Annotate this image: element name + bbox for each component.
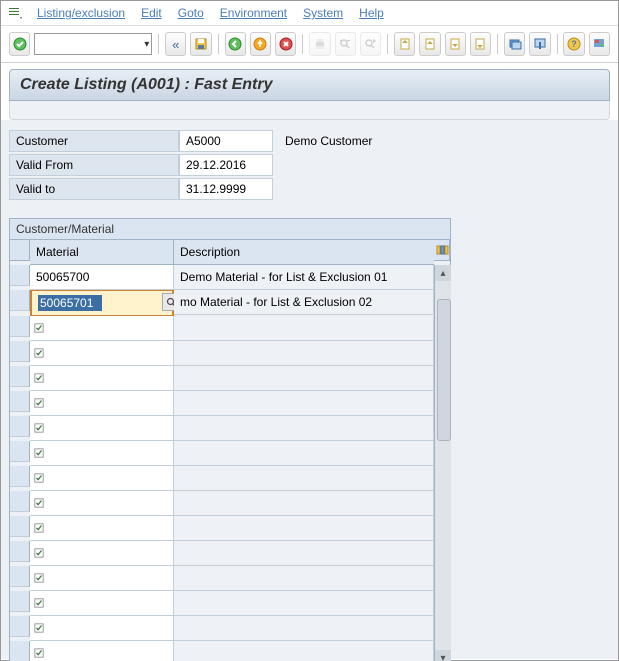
find-next-button (360, 32, 381, 56)
application-toolbar (9, 101, 610, 120)
description-cell: mo Material - for List & Exclusion 02 (174, 290, 434, 315)
row-selector[interactable] (10, 441, 30, 462)
description-cell-empty (174, 641, 434, 661)
col-header-description[interactable]: Description (174, 240, 434, 265)
row-selector[interactable] (10, 566, 30, 587)
new-session-button[interactable] (504, 32, 525, 56)
col-header-material[interactable]: Material (30, 240, 174, 265)
valid-to-label: Valid to (9, 178, 179, 200)
menu-environment[interactable]: Environment (212, 4, 295, 22)
row-selector[interactable] (10, 616, 30, 637)
customer-label: Customer (9, 130, 179, 152)
description-cell-empty (174, 516, 434, 541)
material-cell-empty[interactable] (30, 341, 174, 366)
material-cell-empty[interactable] (30, 316, 174, 341)
row-selector[interactable] (10, 341, 30, 362)
vertical-scrollbar[interactable]: ▴ ▾ (434, 265, 451, 661)
row-selector-header[interactable] (10, 240, 30, 261)
scroll-up-icon[interactable]: ▴ (435, 265, 451, 281)
material-cell-empty[interactable] (30, 441, 174, 466)
description-cell-empty (174, 616, 434, 641)
valid-from-field[interactable]: 29.12.2016 (179, 154, 273, 176)
row-selector[interactable] (10, 491, 30, 512)
description-cell-empty (174, 466, 434, 491)
content-area: Customer A5000 Demo Customer Valid From … (1, 120, 618, 659)
material-cell[interactable]: 50065700 (30, 265, 174, 290)
description-cell-empty (174, 416, 434, 441)
row-selector[interactable] (10, 416, 30, 437)
description-cell-empty (174, 591, 434, 616)
menu-help[interactable]: Help (351, 4, 392, 22)
row-selector[interactable] (10, 290, 30, 311)
material-cell-empty[interactable] (30, 641, 174, 661)
exit-button[interactable] (250, 32, 271, 56)
row-selector[interactable] (10, 591, 30, 612)
description-cell-empty (174, 566, 434, 591)
description-cell-empty (174, 541, 434, 566)
table-title: Customer/Material (10, 219, 450, 240)
scroll-down-icon[interactable]: ▾ (435, 650, 451, 661)
find-button (335, 32, 356, 56)
row-selector[interactable] (10, 466, 30, 487)
row-selector[interactable] (10, 316, 30, 337)
next-page-button[interactable] (445, 32, 466, 56)
row-selector[interactable] (10, 391, 30, 412)
help-button[interactable]: ? (563, 32, 584, 56)
back-button[interactable] (225, 32, 246, 56)
material-cell-empty[interactable] (30, 616, 174, 641)
system-toolbar: ▾ « (1, 26, 618, 63)
material-cell-empty[interactable] (30, 491, 174, 516)
customer-name-text: Demo Customer (273, 134, 372, 148)
material-cell-empty[interactable] (30, 391, 174, 416)
row-selector[interactable] (10, 641, 30, 661)
customer-field[interactable]: A5000 (179, 130, 273, 152)
menubar: Listing/exclusion Edit Goto Environment … (1, 1, 618, 26)
menu-edit[interactable]: Edit (133, 4, 170, 22)
description-cell-empty (174, 316, 434, 341)
session-menu-icon[interactable] (7, 5, 23, 21)
scroll-thumb[interactable] (437, 299, 451, 441)
row-selector[interactable] (10, 265, 30, 286)
first-page-button[interactable] (394, 32, 415, 56)
cancel-button[interactable] (275, 32, 296, 56)
row-selector[interactable] (10, 366, 30, 387)
svg-text:?: ? (571, 39, 577, 49)
row-selector[interactable] (10, 541, 30, 562)
valid-from-label: Valid From (9, 154, 179, 176)
material-cell-empty[interactable] (30, 541, 174, 566)
shortcut-button[interactable] (529, 32, 550, 56)
menu-goto[interactable]: Goto (170, 4, 212, 22)
description-cell: Demo Material - for List & Exclusion 01 (174, 265, 434, 290)
print-button (309, 32, 330, 56)
description-cell-empty (174, 491, 434, 516)
material-cell-empty[interactable] (30, 466, 174, 491)
valid-to-field[interactable]: 31.12.9999 (179, 178, 273, 200)
material-cell-empty[interactable] (30, 516, 174, 541)
prev-page-button[interactable] (419, 32, 440, 56)
customer-material-table: Customer/Material Material Description 5… (9, 218, 451, 661)
material-cell-focused[interactable]: 50065701 (30, 290, 174, 316)
command-field[interactable]: ▾ (34, 33, 152, 55)
description-cell-empty (174, 341, 434, 366)
material-cell-empty[interactable] (30, 566, 174, 591)
table-config-button[interactable] (434, 240, 450, 261)
save-button[interactable] (190, 32, 211, 56)
material-cell-empty[interactable] (30, 416, 174, 441)
row-selector[interactable] (10, 516, 30, 537)
layout-button[interactable] (589, 32, 610, 56)
material-cell-empty[interactable] (30, 591, 174, 616)
menu-listing-exclusion[interactable]: Listing/exclusion (29, 4, 133, 22)
page-title: Create Listing (A001) : Fast Entry (9, 69, 610, 101)
last-page-button[interactable] (470, 32, 491, 56)
enter-button[interactable] (9, 32, 30, 56)
description-cell-empty (174, 441, 434, 466)
description-cell-empty (174, 366, 434, 391)
back-double-icon[interactable]: « (165, 32, 186, 56)
description-cell-empty (174, 391, 434, 416)
material-cell-empty[interactable] (30, 366, 174, 391)
menu-system[interactable]: System (295, 4, 351, 22)
